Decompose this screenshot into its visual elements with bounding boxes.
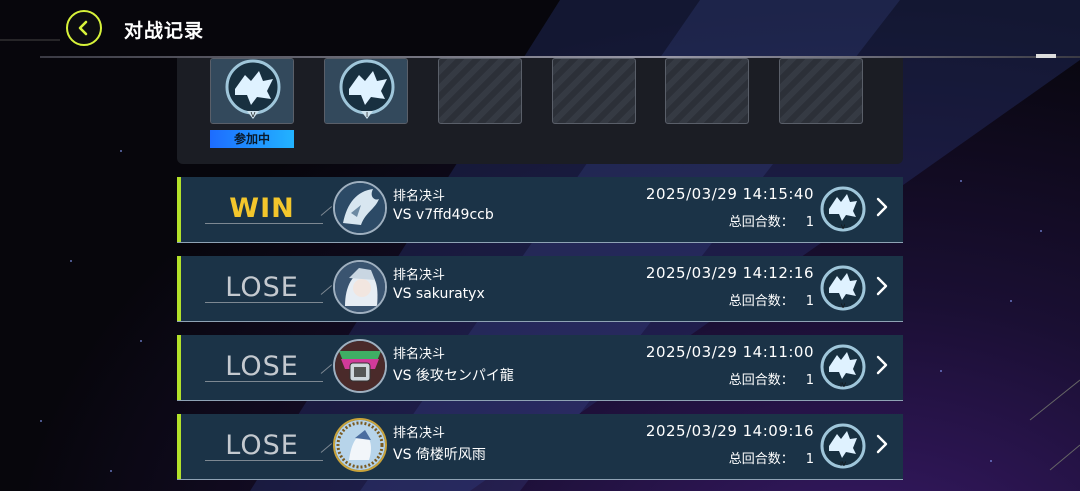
- back-button[interactable]: [66, 10, 102, 46]
- svg-text:V: V: [251, 111, 256, 119]
- wolf-rank-icon: IV: [820, 344, 866, 390]
- character-avatar-icon: [335, 262, 385, 312]
- match-row[interactable]: LOSE 排名决斗 VS 後攻センパイ龍 2025/03/29 14:11:00…: [177, 335, 903, 401]
- wolf-rank-icon: I: [325, 59, 407, 123]
- spirit-avatar-icon: [335, 420, 385, 470]
- svg-text:IV: IV: [840, 382, 847, 389]
- opponent-name: VS 倚楼听风雨: [393, 447, 486, 463]
- opponent-name: VS 後攻センパイ龍: [393, 368, 514, 384]
- chevron-right-icon[interactable]: [875, 432, 889, 456]
- match-mode: 排名决斗: [393, 426, 446, 441]
- opponent-name: VS v7ffd49ccb: [393, 207, 494, 223]
- dragon-avatar-icon: [335, 183, 385, 233]
- chevron-right-icon[interactable]: [875, 274, 889, 298]
- chevron-right-icon[interactable]: [875, 195, 889, 219]
- match-datetime: 2025/03/29 14:12:16: [645, 264, 814, 282]
- svg-text:IV: IV: [840, 461, 847, 468]
- match-datetime: 2025/03/29 14:15:40: [645, 185, 814, 203]
- deck-slot-1[interactable]: V: [210, 58, 294, 124]
- turn-count: 总回合数： 1: [728, 373, 814, 388]
- match-datetime: 2025/03/29 14:09:16: [645, 422, 814, 440]
- active-badge: 参加中: [210, 130, 294, 148]
- match-row[interactable]: WIN 排名决斗 VS v7ffd49ccb 2025/03/29 14:15:…: [177, 177, 903, 243]
- deck-slot-4[interactable]: [552, 58, 636, 124]
- avatar: [333, 260, 387, 314]
- wolf-rank-icon: V: [820, 186, 866, 232]
- result-underline-deco: [320, 206, 333, 216]
- result-underline-deco: [320, 443, 333, 453]
- turn-count: 总回合数： 1: [728, 215, 814, 230]
- match-mode: 排名决斗: [393, 268, 446, 283]
- result-underline-deco: [320, 285, 333, 295]
- deck-slot-3[interactable]: [438, 58, 522, 124]
- match-datetime: 2025/03/29 14:11:00: [645, 343, 814, 361]
- result-label: WIN: [229, 193, 295, 224]
- result-label: LOSE: [225, 351, 299, 382]
- result-underline: [205, 460, 323, 461]
- chevron-left-icon: [78, 20, 88, 36]
- match-mode: 排名决斗: [393, 347, 446, 362]
- avatar: [333, 418, 387, 472]
- machine-avatar-icon: [335, 341, 385, 391]
- opponent-name: VS sakuratyx: [393, 286, 485, 302]
- deck-slot-2[interactable]: I: [324, 58, 408, 124]
- row-accent: [177, 335, 181, 400]
- result-underline: [205, 302, 323, 303]
- result-underline: [205, 381, 323, 382]
- result-underline: [205, 223, 323, 224]
- match-row[interactable]: LOSE 排名决斗 VS sakuratyx 2025/03/29 14:12:…: [177, 256, 903, 322]
- row-accent: [177, 414, 181, 479]
- deck-panel: V I: [177, 58, 903, 164]
- result-label: LOSE: [225, 430, 299, 461]
- svg-text:I: I: [366, 111, 368, 119]
- header-accent: [1036, 54, 1056, 58]
- row-accent: [177, 177, 181, 242]
- wolf-rank-icon: V: [820, 265, 866, 311]
- row-accent: [177, 256, 181, 321]
- chevron-right-icon[interactable]: [875, 353, 889, 377]
- turn-count: 总回合数： 1: [728, 452, 814, 467]
- result-label: LOSE: [225, 272, 299, 303]
- match-mode: 排名决斗: [393, 189, 446, 204]
- deck-slot-5[interactable]: [665, 58, 749, 124]
- result-underline-deco: [320, 364, 333, 374]
- avatar: [333, 339, 387, 393]
- turn-count: 总回合数： 1: [728, 294, 814, 309]
- deck-slot-6[interactable]: [779, 58, 863, 124]
- page-title: 对战记录: [124, 20, 205, 42]
- header-bar: 对战记录: [0, 0, 1080, 58]
- wolf-rank-icon: IV: [820, 423, 866, 469]
- avatar: [333, 181, 387, 235]
- wolf-rank-icon: V: [211, 59, 293, 123]
- match-row[interactable]: LOSE 排名决斗 VS 倚楼听风雨 2025/03/29 14:09:16 总…: [177, 414, 903, 480]
